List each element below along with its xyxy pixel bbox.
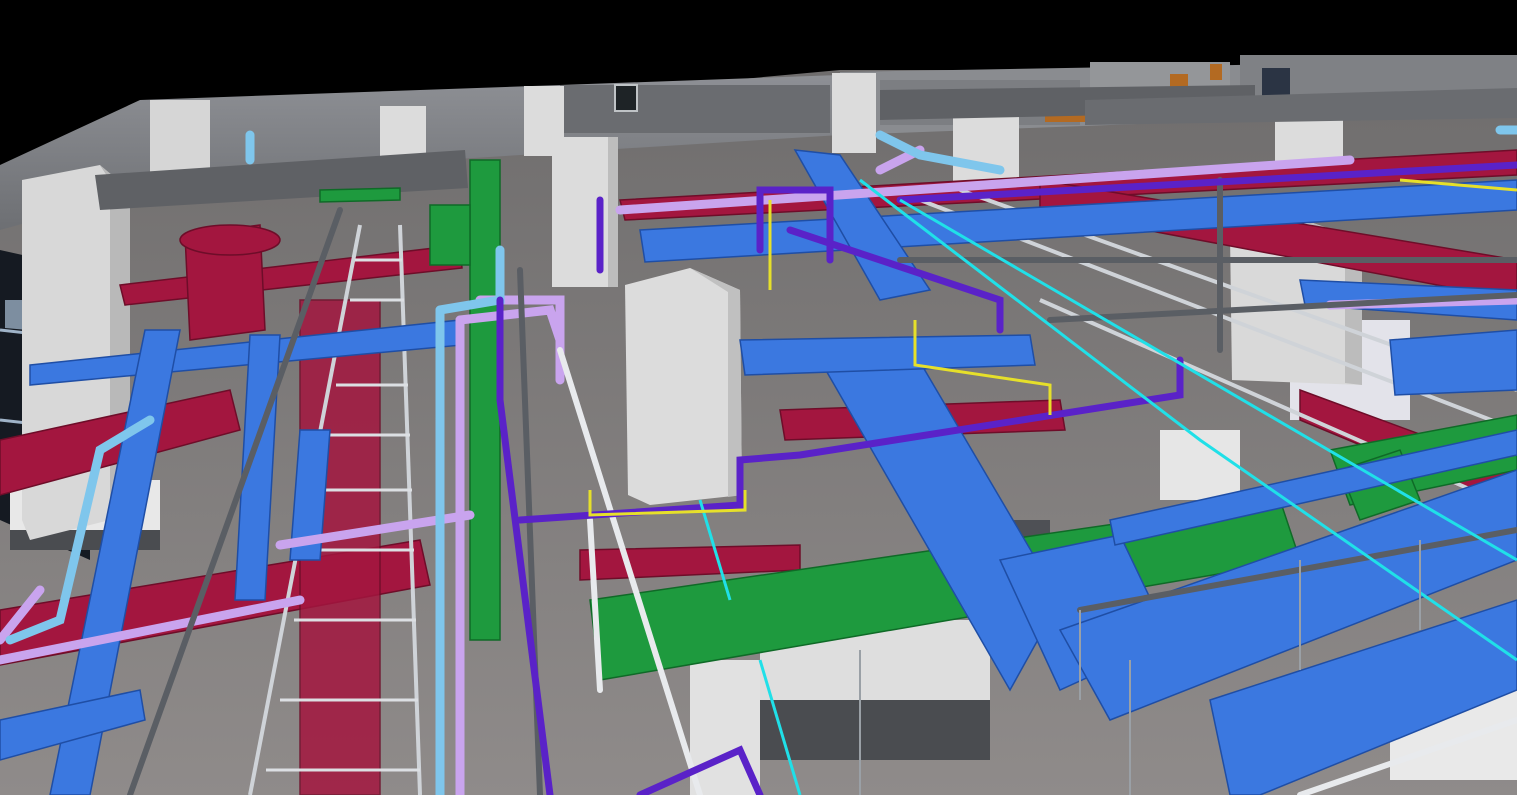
building-services-3d-scene[interactable] <box>0 0 1517 795</box>
3d-model-viewport[interactable] <box>0 0 1517 795</box>
